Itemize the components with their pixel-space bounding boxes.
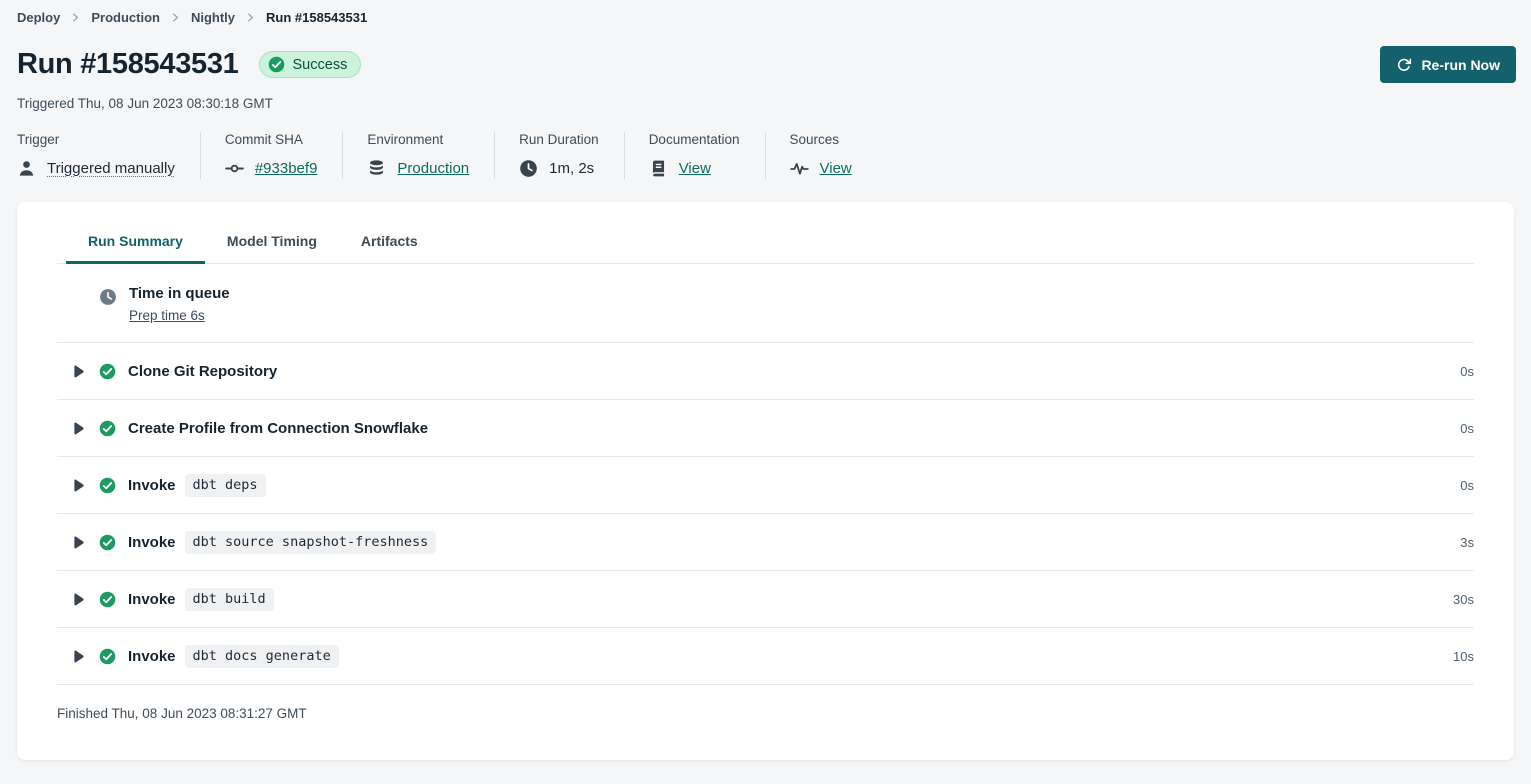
- step-row-invoke-dbt-build[interactable]: Invoke dbt build 30s: [57, 571, 1474, 628]
- breadcrumb-item-production[interactable]: Production: [91, 10, 160, 25]
- run-summary-content: Time in queue Prep time 6s Clone Git Rep…: [57, 264, 1474, 685]
- title-row: Run #158543531 Success Re-run Now: [17, 46, 1516, 83]
- chevron-right-icon: [245, 12, 256, 23]
- step-command: dbt build: [185, 588, 274, 611]
- step-row-invoke-dbt-docs-generate[interactable]: Invoke dbt docs generate 10s: [57, 628, 1474, 685]
- rerun-now-button[interactable]: Re-run Now: [1380, 46, 1516, 83]
- meta-label: Run Duration: [519, 132, 599, 147]
- meta-column-run-duration: Run Duration 1m, 2s: [519, 132, 625, 179]
- meta-value: View: [649, 157, 740, 179]
- run-detail-card: Run SummaryModel TimingArtifacts Time in…: [17, 202, 1514, 760]
- book-icon: [649, 159, 668, 178]
- status-badge: Success: [259, 51, 362, 78]
- clock-icon: [99, 288, 117, 306]
- success-check-icon: [99, 477, 116, 494]
- rerun-now-label: Re-run Now: [1421, 57, 1500, 73]
- meta-value: 1m, 2s: [519, 157, 599, 179]
- meta-label: Commit SHA: [225, 132, 318, 147]
- step-row-invoke-dbt-source-snapshot-freshness[interactable]: Invoke dbt source snapshot-freshness 3s: [57, 514, 1474, 571]
- chevron-right-icon: [70, 12, 81, 23]
- step-label: Create Profile from Connection Snowflake: [128, 420, 428, 437]
- chevron-right-icon: [170, 12, 181, 23]
- meta-value: Production: [367, 157, 469, 179]
- meta-column-sources: Sources View: [790, 132, 877, 179]
- step-duration: 3s: [1460, 535, 1474, 550]
- refresh-icon: [1396, 57, 1412, 73]
- clock-icon: [519, 159, 538, 178]
- tab-run-summary[interactable]: Run Summary: [66, 226, 205, 263]
- meta-label: Sources: [790, 132, 852, 147]
- meta-value: View: [790, 157, 852, 179]
- step-duration: 0s: [1460, 421, 1474, 436]
- meta-column-documentation: Documentation View: [649, 132, 766, 179]
- meta-value: Triggered manually: [17, 157, 175, 179]
- expand-triangle-icon[interactable]: [73, 365, 84, 378]
- step-row-invoke-dbt-deps[interactable]: Invoke dbt deps 0s: [57, 457, 1474, 514]
- breadcrumb-current: Run #158543531: [266, 10, 367, 25]
- success-check-icon: [99, 648, 116, 665]
- step-duration: 30s: [1453, 592, 1474, 607]
- meta-label: Documentation: [649, 132, 740, 147]
- expand-triangle-icon[interactable]: [73, 479, 84, 492]
- meta-column-trigger: Trigger Triggered manually: [17, 132, 201, 179]
- meta-value-environment[interactable]: Production: [397, 160, 469, 177]
- status-badge-label: Success: [293, 57, 348, 73]
- commit-icon: [225, 159, 244, 178]
- step-command: dbt source snapshot-freshness: [185, 531, 437, 554]
- prep-time-link[interactable]: Prep time 6s: [129, 308, 205, 323]
- meta-column-commit-sha: Commit SHA #933bef9: [225, 132, 344, 179]
- tab-model-timing[interactable]: Model Timing: [205, 226, 339, 263]
- queue-row: Time in queue Prep time 6s: [57, 264, 1474, 343]
- expand-triangle-icon[interactable]: [73, 650, 84, 663]
- step-list: Clone Git Repository 0s Create Profile f…: [57, 343, 1474, 685]
- success-check-icon: [268, 56, 285, 73]
- meta-value: #933bef9: [225, 157, 318, 179]
- step-label: Invoke: [128, 534, 176, 551]
- success-check-icon: [99, 534, 116, 551]
- user-icon: [17, 159, 36, 178]
- breadcrumb-item-nightly[interactable]: Nightly: [191, 10, 235, 25]
- meta-value-commit-sha[interactable]: #933bef9: [255, 160, 318, 177]
- step-duration: 0s: [1460, 364, 1474, 379]
- step-duration: 10s: [1453, 649, 1474, 664]
- step-command: dbt deps: [185, 474, 266, 497]
- success-check-icon: [99, 591, 116, 608]
- database-icon: [367, 159, 386, 178]
- step-row-create-profile-from-connection-snowflake[interactable]: Create Profile from Connection Snowflake…: [57, 400, 1474, 457]
- step-duration: 0s: [1460, 478, 1474, 493]
- run-detail-header: Deploy Production Nightly Run #158543531 Ru…: [0, 0, 1531, 179]
- step-command: dbt docs generate: [185, 645, 339, 668]
- meta-label: Trigger: [17, 132, 175, 147]
- meta-column-environment: Environment Production: [367, 132, 495, 179]
- success-check-icon: [99, 363, 116, 380]
- finished-timestamp: Finished Thu, 08 Jun 2023 08:31:27 GMT: [57, 685, 1474, 747]
- meta-value-trigger[interactable]: Triggered manually: [47, 160, 175, 177]
- expand-triangle-icon[interactable]: [73, 593, 84, 606]
- step-label: Invoke: [128, 591, 176, 608]
- step-label: Invoke: [128, 477, 176, 494]
- breadcrumb-item-deploy[interactable]: Deploy: [17, 10, 60, 25]
- page-title: Run #158543531: [17, 48, 239, 81]
- tab-artifacts[interactable]: Artifacts: [339, 226, 440, 263]
- step-label: Clone Git Repository: [128, 363, 277, 380]
- step-label: Invoke: [128, 648, 176, 665]
- breadcrumb: Deploy Production Nightly Run #158543531: [17, 10, 1516, 25]
- run-meta-row: Trigger Triggered manually Commit SHA #9…: [17, 132, 1516, 179]
- pulse-icon: [790, 159, 809, 178]
- triggered-timestamp: Triggered Thu, 08 Jun 2023 08:30:18 GMT: [17, 96, 1516, 111]
- meta-value-run-duration: 1m, 2s: [549, 160, 594, 177]
- meta-value-documentation[interactable]: View: [679, 160, 711, 177]
- queue-info: Time in queue Prep time 6s: [129, 285, 230, 325]
- queue-title: Time in queue: [129, 285, 230, 302]
- success-check-icon: [99, 420, 116, 437]
- expand-triangle-icon[interactable]: [73, 536, 84, 549]
- meta-value-sources[interactable]: View: [820, 160, 852, 177]
- tab-bar: Run SummaryModel TimingArtifacts: [57, 202, 1474, 264]
- step-row-clone-git-repository[interactable]: Clone Git Repository 0s: [57, 343, 1474, 400]
- meta-label: Environment: [367, 132, 469, 147]
- expand-triangle-icon[interactable]: [73, 422, 84, 435]
